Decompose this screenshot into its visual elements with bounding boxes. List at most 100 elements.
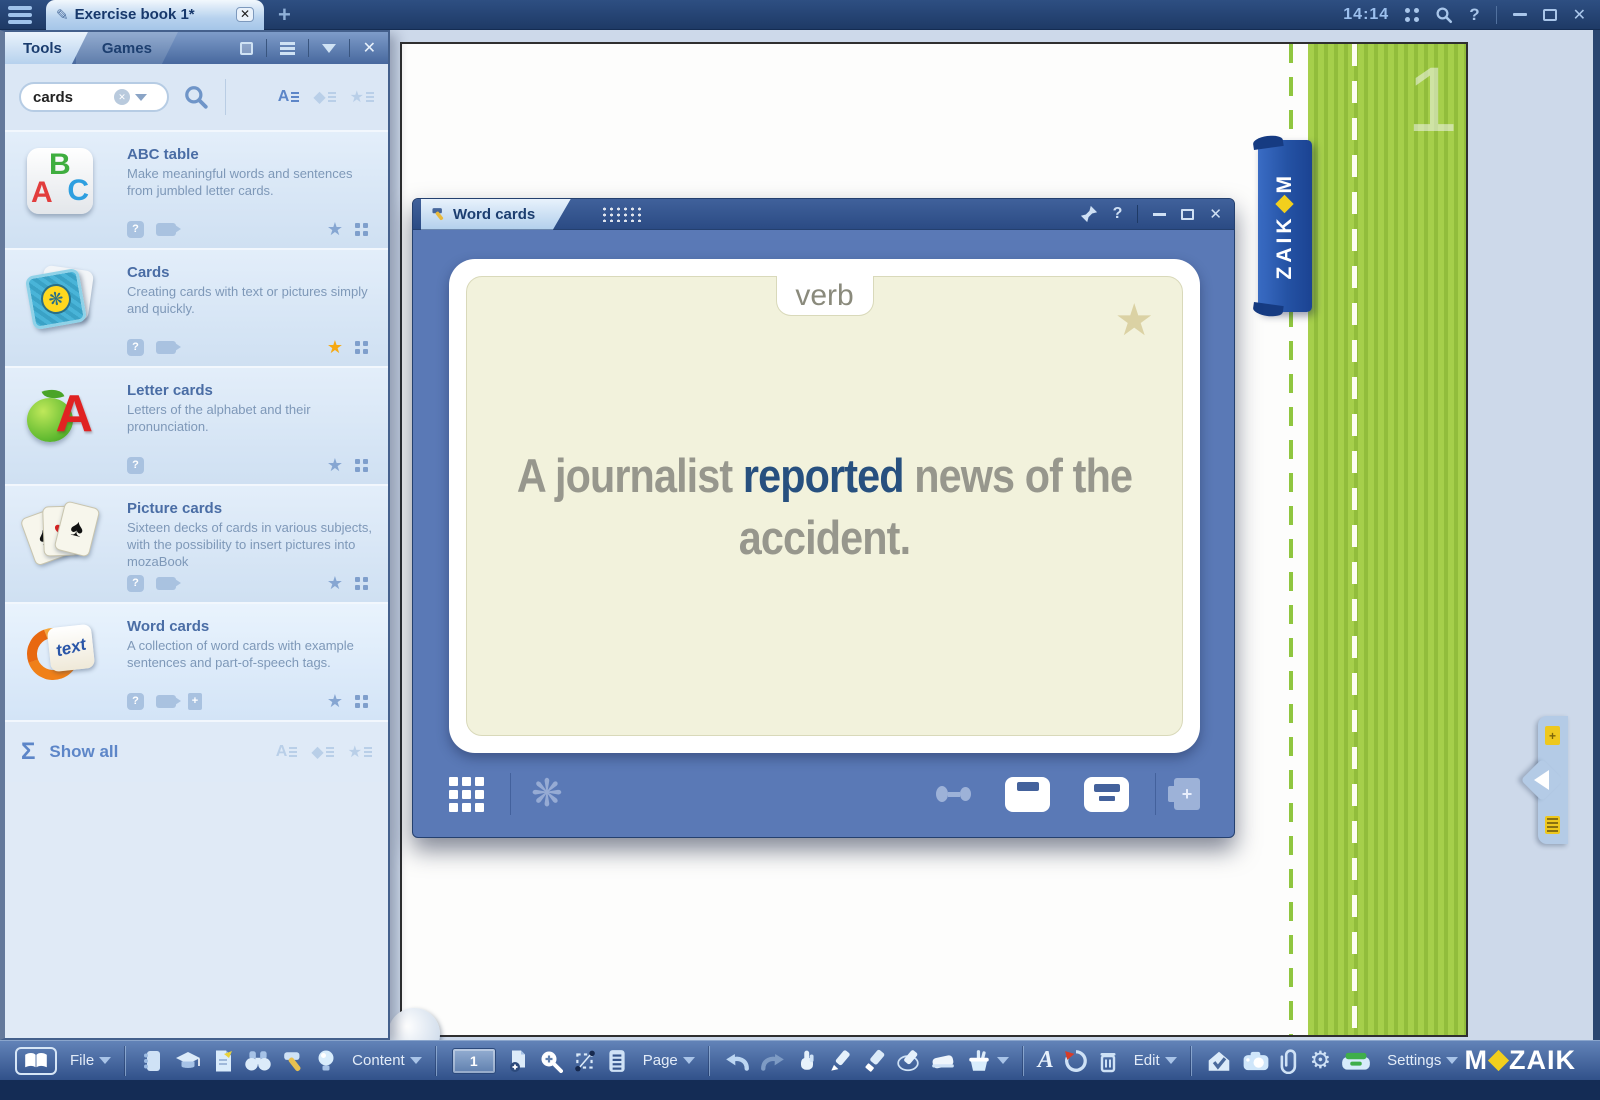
homework-button[interactable] [1206,1049,1232,1073]
minimize-icon[interactable] [1513,13,1527,16]
hand-tool-button[interactable] [796,1049,818,1073]
menu-icon[interactable] [0,0,40,30]
help-icon[interactable]: ? [127,575,144,592]
clipboard-icon[interactable] [1545,816,1560,834]
sort-by-favorite-icon[interactable]: ★ [348,742,372,762]
link-dots-icon[interactable] [936,786,971,802]
favorite-star-icon[interactable]: ★ [327,691,343,712]
tools-button[interactable] [282,1049,306,1073]
edit-menu[interactable]: Edit [1128,1052,1177,1069]
open-book-button[interactable] [15,1047,57,1075]
add-page-button[interactable] [507,1049,529,1073]
pen-tool-button[interactable] [828,1049,852,1073]
record-button[interactable] [1064,1049,1088,1073]
deck-grid-icon[interactable] [449,777,484,812]
tool-item-letter-cards[interactable]: A Letter cards Letters of the alphabet a… [5,366,388,484]
snapshot-button[interactable] [1242,1050,1270,1072]
drag-handle-icon[interactable] [601,206,643,222]
select-button[interactable] [573,1049,597,1073]
panel-close-icon[interactable]: ✕ [363,38,376,58]
ideas-button[interactable] [316,1049,336,1073]
card-star-icon[interactable]: ★ [1115,295,1154,346]
show-all-row[interactable]: Σ Show all A ◆ ★ [5,720,388,782]
grid-icon[interactable] [355,695,368,708]
panel-window-icon[interactable] [240,42,253,55]
attach-button[interactable] [1280,1048,1300,1074]
word-cards-tab[interactable]: Word cards [421,199,571,230]
sort-by-type-icon[interactable]: ◆ [311,742,333,762]
eraser-tool-button[interactable] [930,1051,956,1071]
sort-by-name-icon[interactable]: A [278,87,300,107]
pin-icon[interactable] [1080,205,1098,223]
help-icon[interactable]: ? [127,693,144,710]
clear-search-icon[interactable]: ✕ [114,89,130,105]
apps-grid-icon[interactable] [1405,8,1419,22]
exercise-book-tab[interactable]: ✎ Exercise book 1* ✕ [46,0,264,30]
tool-item-picture-cards[interactable]: ♠♥♠ Picture cards Sixteen decks of cards… [5,484,388,602]
help-icon[interactable]: ? [1469,5,1479,25]
help-icon[interactable]: ? [1113,205,1123,223]
undo-button[interactable] [724,1050,750,1072]
tray-button[interactable] [1341,1051,1371,1071]
grid-icon[interactable] [355,341,368,354]
marker-tool-button[interactable] [896,1049,920,1073]
search-field[interactable]: ✕ [19,82,169,112]
mozaik-ribbon-bookmark[interactable]: ZAIK M [1258,140,1312,312]
redo-button[interactable] [760,1050,786,1072]
delete-button[interactable] [1098,1049,1118,1073]
lessons-button[interactable] [174,1049,202,1073]
document-button[interactable] [212,1049,234,1073]
word-cards-window[interactable]: Word cards ? ✕ verb ★ A journalist repor… [412,198,1235,838]
search-history-chevron-icon[interactable] [135,94,147,101]
add-tab-icon[interactable]: + [278,2,291,28]
search-icon[interactable] [1435,6,1453,24]
maximize-icon[interactable] [1181,209,1194,220]
file-menu[interactable]: File [64,1052,111,1069]
gear-icon[interactable]: ⚙ [1310,1049,1332,1073]
word-cards-titlebar[interactable]: Word cards ? ✕ [413,199,1234,230]
restore-icon[interactable] [1543,9,1557,21]
grid-icon[interactable] [355,459,368,472]
video-icon[interactable] [156,223,176,236]
content-menu[interactable]: Content [346,1052,422,1069]
panel-chevron-down-icon[interactable] [322,44,336,53]
zoom-button[interactable] [539,1049,563,1073]
media-search-button[interactable] [244,1050,272,1072]
add-page-icon[interactable]: + [1545,726,1560,745]
tab-close-icon[interactable]: ✕ [236,7,254,22]
video-icon[interactable] [156,695,176,708]
favorite-star-icon[interactable]: ★ [327,573,343,594]
sort-by-type-icon[interactable]: ◆ [313,87,335,107]
card-back-icon[interactable] [1084,777,1129,812]
close-icon[interactable]: ✕ [1209,205,1222,223]
close-icon[interactable]: ✕ [1573,5,1586,25]
highlighter-tool-button[interactable] [862,1049,886,1073]
video-icon[interactable] [156,341,176,354]
add-to-page-icon[interactable]: + [1174,778,1200,810]
tab-games[interactable]: Games [76,32,178,64]
favorite-star-icon[interactable]: ★ [327,455,343,476]
favorite-star-icon[interactable]: ★ [327,219,343,240]
grid-icon[interactable] [355,223,368,236]
search-input[interactable] [33,89,109,106]
drawing-tools-button[interactable] [966,1049,1009,1073]
word-card[interactable]: verb ★ A journalist reported news of the… [449,259,1200,753]
page-menu[interactable]: Page [637,1052,695,1069]
help-icon[interactable]: ? [127,339,144,356]
video-icon[interactable] [156,577,176,590]
page-side-flyout[interactable]: + [1538,716,1568,844]
sort-by-favorite-icon[interactable]: ★ [350,87,374,107]
tool-item-word-cards[interactable]: text Word cards A collection of word car… [5,602,388,720]
open-panel-arrow-icon[interactable] [1534,770,1549,790]
text-tool-button[interactable]: A [1038,1047,1054,1074]
tool-item-abc-table[interactable]: ABC ABC table Make meaningful words and … [5,130,388,248]
tab-tools[interactable]: Tools [5,32,88,64]
card-front-icon[interactable] [1005,777,1050,812]
insert-page-icon[interactable]: + [188,693,202,710]
grid-icon[interactable] [355,577,368,590]
flower-icon[interactable]: ❋ [531,775,563,813]
tool-item-cards[interactable]: ❋ Cards Creating cards with text or pict… [5,248,388,366]
page-number-box[interactable]: 1 [452,1048,496,1074]
favorite-star-icon[interactable]: ★ [327,337,343,358]
help-icon[interactable]: ? [127,457,144,474]
